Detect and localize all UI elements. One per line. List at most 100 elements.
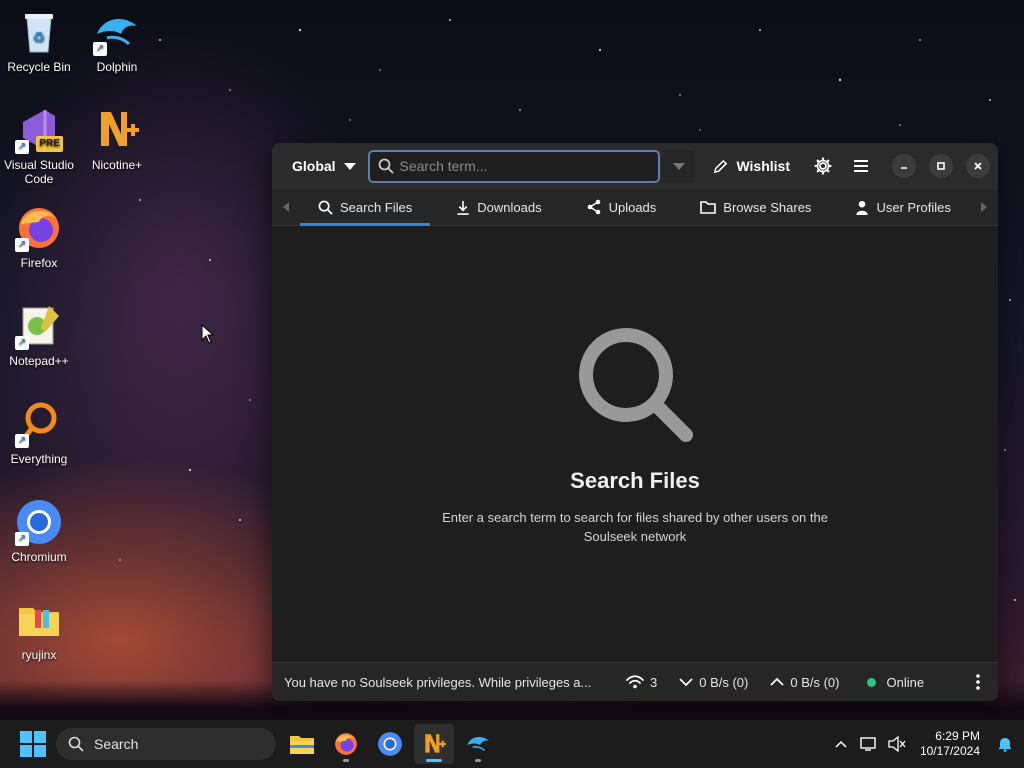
online-status-label: Online: [886, 674, 925, 690]
running-indicator: [426, 759, 442, 762]
everything-icon: ↗: [15, 400, 63, 448]
upload-speed: 0 B/s (0): [790, 674, 840, 690]
share-icon: [587, 199, 600, 215]
desktop-icon-label: Firefox: [20, 256, 58, 270]
mouse-cursor-icon: [201, 324, 215, 344]
search-box[interactable]: [367, 149, 660, 183]
chevron-down-icon: [343, 162, 356, 170]
gear-icon: [814, 157, 832, 175]
tab-user-profiles[interactable]: User Profiles: [837, 189, 968, 226]
pencil-icon: [714, 159, 728, 173]
nicotine-window: Global Wishlist: [272, 143, 998, 701]
desktop-icon-ryujinx[interactable]: ryujinx: [1, 596, 77, 662]
tab-scroll-left-button[interactable]: [272, 202, 300, 212]
tab-downloads[interactable]: Downloads: [438, 189, 559, 226]
minimize-button[interactable]: [892, 154, 917, 178]
taskbar-chromium[interactable]: [370, 724, 410, 764]
windows-logo-icon: [20, 731, 32, 743]
maximize-button[interactable]: [929, 154, 954, 178]
show-hidden-icons-button[interactable]: [826, 740, 856, 748]
desktop-icon-dolphin[interactable]: ↗ Dolphin: [79, 8, 155, 74]
tab-label: Browse Shares: [723, 199, 812, 215]
taskbar-clock[interactable]: 6:29 PM 10/17/2024: [920, 729, 980, 759]
tab-browse-shares[interactable]: Browse Shares: [682, 189, 829, 226]
more-vertical-icon: [976, 674, 980, 690]
nicotine-icon: [93, 106, 141, 154]
network-icon: [860, 737, 876, 751]
connections-indicator[interactable]: 3: [626, 675, 657, 690]
svg-text:♻: ♻: [33, 29, 46, 45]
system-tray: 6:29 PM 10/17/2024: [826, 720, 1024, 768]
download-speed: 0 B/s (0): [699, 674, 749, 690]
search-input[interactable]: [399, 158, 650, 174]
desktop-icon-label: Chromium: [11, 550, 67, 564]
notepadpp-icon: ↗: [15, 302, 63, 350]
chevron-right-icon: [981, 202, 987, 212]
volume-button[interactable]: [882, 736, 912, 752]
download-speed-indicator[interactable]: 0 B/s (0): [679, 675, 748, 690]
status-message[interactable]: You have no Soulseek privileges. While p…: [284, 675, 614, 690]
chevron-up-icon: [770, 677, 784, 686]
taskbar-search-box[interactable]: Search: [56, 728, 276, 760]
wishlist-button[interactable]: Wishlist: [713, 158, 790, 174]
search-mode-dropdown[interactable]: Global: [292, 158, 368, 174]
chromium-icon: [378, 732, 402, 756]
upload-speed-indicator[interactable]: 0 B/s (0): [770, 675, 839, 690]
tab-search-files[interactable]: Search Files: [300, 189, 431, 226]
empty-state-title: Search Files: [570, 468, 700, 493]
desktop-icon-recycle-bin[interactable]: ♻ Recycle Bin: [1, 8, 77, 74]
online-status-button[interactable]: Online: [867, 675, 924, 690]
nicotine-icon: [425, 734, 446, 753]
shortcut-arrow-icon: ↗: [15, 140, 29, 154]
close-icon: [974, 162, 982, 170]
connections-count: 3: [650, 674, 658, 690]
taskbar-dolphin[interactable]: [458, 724, 498, 764]
shortcut-arrow-icon: ↗: [15, 532, 29, 546]
status-menu-button[interactable]: [970, 674, 986, 690]
notifications-button[interactable]: [992, 736, 1018, 752]
desktop-icon-label: Visual Studio Code: [4, 158, 74, 186]
desktop-icon-label: Notepad++: [9, 354, 69, 368]
file-explorer-icon: [290, 736, 314, 754]
chevron-left-icon: [283, 202, 289, 212]
clock-date: 10/17/2024: [919, 744, 980, 758]
shortcut-arrow-icon: ↗: [15, 238, 29, 252]
taskbar: Search 6:29 PM 10/17/2024: [0, 720, 1024, 768]
tab-label: Uploads: [608, 199, 657, 215]
empty-state-description: Enter a search term to search for files …: [442, 510, 828, 544]
desktop-icon-everything[interactable]: ↗ Everything: [1, 400, 77, 466]
desktop-icon-nicotine[interactable]: Nicotine+: [79, 106, 155, 172]
clock-time: 6:29 PM: [935, 729, 980, 743]
tab-bar: Search Files Downloads Uploads Browse Sh…: [272, 189, 998, 226]
bell-icon: [999, 738, 1011, 752]
desktop-icon-notepadpp[interactable]: ↗ Notepad++: [1, 302, 77, 368]
folder-icon: [15, 596, 63, 644]
desktop-icon-label: Everything: [10, 452, 68, 466]
desktop-icon-label: Dolphin: [96, 60, 138, 74]
taskbar-firefox[interactable]: [326, 724, 366, 764]
maximize-icon: [937, 162, 946, 170]
preferences-button[interactable]: [804, 151, 842, 181]
taskbar-file-explorer[interactable]: [282, 724, 322, 764]
wishlist-label: Wishlist: [736, 158, 790, 174]
start-button[interactable]: [20, 731, 46, 757]
chevron-down-icon: [679, 678, 693, 687]
desktop-icon-firefox[interactable]: ↗ Firefox: [1, 204, 77, 270]
vscode-icon: PRE ↗: [15, 106, 63, 154]
close-button[interactable]: [966, 154, 991, 178]
chromium-icon: ↗: [15, 498, 63, 546]
desktop-icon-vscode[interactable]: PRE ↗ Visual Studio Code: [1, 106, 77, 186]
main-menu-button[interactable]: [842, 151, 880, 181]
pre-badge: PRE: [36, 136, 63, 152]
chevron-up-icon: [835, 740, 847, 748]
network-button[interactable]: [856, 736, 882, 752]
chevron-down-icon: [672, 162, 685, 170]
desktop-icon-chromium[interactable]: ↗ Chromium: [1, 498, 77, 564]
tab-scroll-right-button[interactable]: [970, 202, 998, 212]
hamburger-menu-icon: [853, 160, 868, 172]
download-icon: [457, 200, 469, 215]
search-history-dropdown[interactable]: [661, 149, 696, 183]
taskbar-nicotine[interactable]: [414, 724, 454, 764]
tab-uploads[interactable]: Uploads: [568, 189, 675, 226]
running-indicator: [475, 759, 481, 762]
